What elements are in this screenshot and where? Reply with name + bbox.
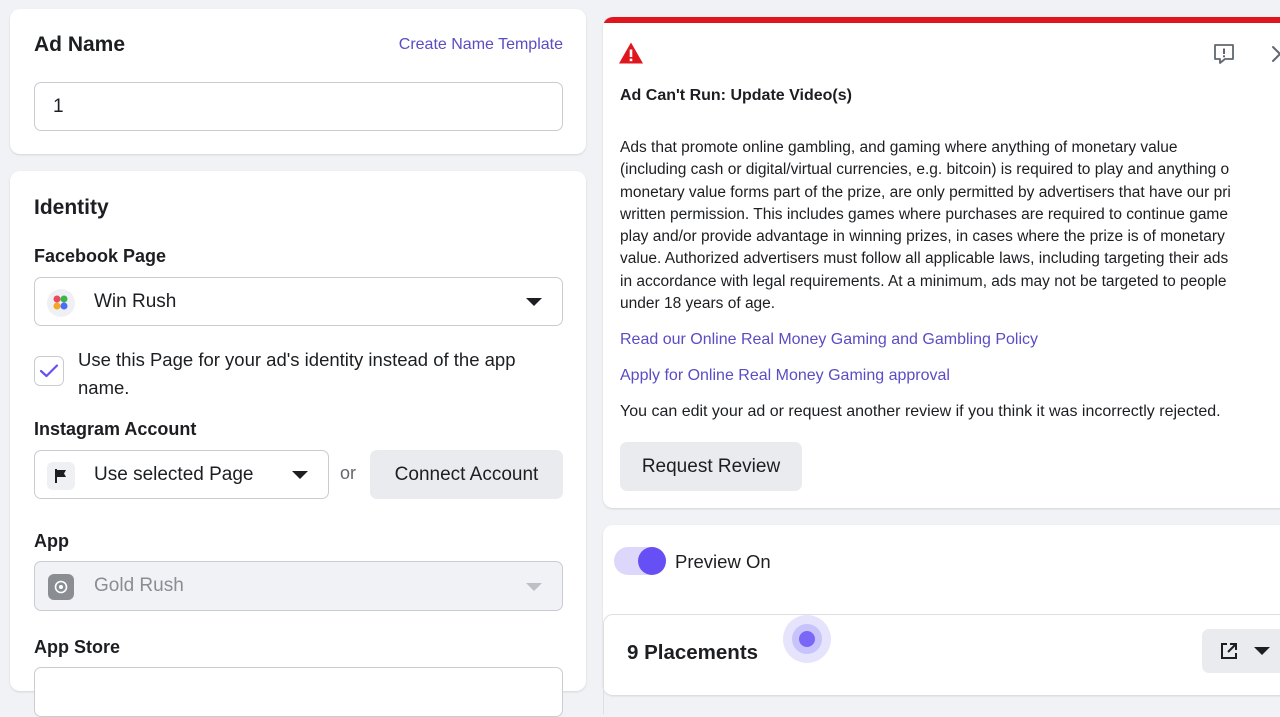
edit-ad-text: You can edit your ad or request another … xyxy=(620,403,1221,420)
facebook-page-label: Facebook Page xyxy=(34,246,167,266)
app-select[interactable]: Gold Rush xyxy=(34,561,563,611)
app-value: Gold Rush xyxy=(94,575,184,596)
app-store-select[interactable] xyxy=(34,667,563,717)
instagram-account-label: Instagram Account xyxy=(34,419,197,439)
preview-toggle[interactable] xyxy=(614,547,666,575)
instagram-account-select[interactable]: Use selected Page xyxy=(34,450,329,499)
app-store-label: App Store xyxy=(34,637,121,657)
alert-top-border xyxy=(603,17,1280,23)
gaming-approval-link[interactable]: Apply for Online Real Money Gaming appro… xyxy=(620,367,950,385)
warning-icon xyxy=(619,42,643,64)
ad-rejection-alert: Ad Can't Run: Update Video(s) Ads that p… xyxy=(603,17,1280,508)
alert-body-line: play and/or provide advantage in winning… xyxy=(620,228,1225,246)
create-name-template-link[interactable]: Create Name Template xyxy=(399,36,563,54)
alert-body-line: Ads that promote online gambling, and ga… xyxy=(620,139,1178,156)
chevron-down-icon xyxy=(526,583,542,591)
external-link-icon xyxy=(1221,643,1237,659)
app-label: App xyxy=(34,531,69,551)
alert-body-line: (including cash or digital/virtual curre… xyxy=(620,161,1230,179)
ad-name-value: 1 xyxy=(53,95,64,117)
chevron-down-icon xyxy=(1254,647,1270,655)
alert-body-line: in accordance with legal requirements. A… xyxy=(620,272,1227,290)
preview-toggle-label: Preview On xyxy=(675,551,771,572)
gambling-policy-link[interactable]: Read our Online Real Money Gaming and Ga… xyxy=(620,331,1038,349)
flag-icon xyxy=(47,462,75,490)
open-preview-button[interactable] xyxy=(1202,629,1280,673)
placements-panel: 9 Placements xyxy=(603,614,1280,714)
app-icon xyxy=(48,574,74,600)
facebook-page-value: Win Rush xyxy=(94,290,177,312)
chevron-down-icon xyxy=(526,298,542,306)
instagram-account-value: Use selected Page xyxy=(94,463,254,485)
pulse-indicator xyxy=(783,615,831,663)
preview-card: Preview On 9 Placements xyxy=(603,525,1280,714)
ad-name-title: Ad Name xyxy=(34,33,126,56)
page-avatar-icon xyxy=(47,289,75,317)
checkbox-label: Use this Page for your ad's identity ins… xyxy=(78,346,516,402)
alert-body-line: written permission. This includes games … xyxy=(620,205,1228,223)
request-review-button[interactable]: Request Review xyxy=(620,442,802,491)
chevron-down-icon xyxy=(292,471,308,479)
close-icon[interactable] xyxy=(1270,44,1280,64)
alert-body-line: value. Authorized advertisers must follo… xyxy=(620,250,1229,268)
checkbox-label-line1: Use this Page for your ad's identity ins… xyxy=(78,349,516,370)
ad-name-input[interactable]: 1 xyxy=(34,82,563,131)
checkbox-label-line2: name. xyxy=(78,377,130,398)
check-icon xyxy=(39,364,59,378)
toggle-knob xyxy=(638,547,666,575)
alert-body-line: under 18 years of age. xyxy=(620,295,776,313)
ad-name-card: Ad Name Create Name Template 1 xyxy=(10,9,586,154)
alert-body: Ads that promote online gambling, and ga… xyxy=(620,137,1280,315)
identity-card: Identity Facebook Page Win Rush Use this… xyxy=(10,171,586,717)
or-text: or xyxy=(340,463,357,483)
alert-body-line: monetary value forms part of the prize, … xyxy=(620,183,1231,201)
identity-title: Identity xyxy=(34,196,109,219)
identity-checkbox[interactable] xyxy=(34,356,64,386)
facebook-page-select[interactable]: Win Rush xyxy=(34,277,563,326)
connect-account-button[interactable]: Connect Account xyxy=(370,450,563,499)
placements-title: 9 Placements xyxy=(627,641,759,664)
alert-title: Ad Can't Run: Update Video(s) xyxy=(620,87,852,104)
feedback-icon[interactable] xyxy=(1212,42,1236,66)
